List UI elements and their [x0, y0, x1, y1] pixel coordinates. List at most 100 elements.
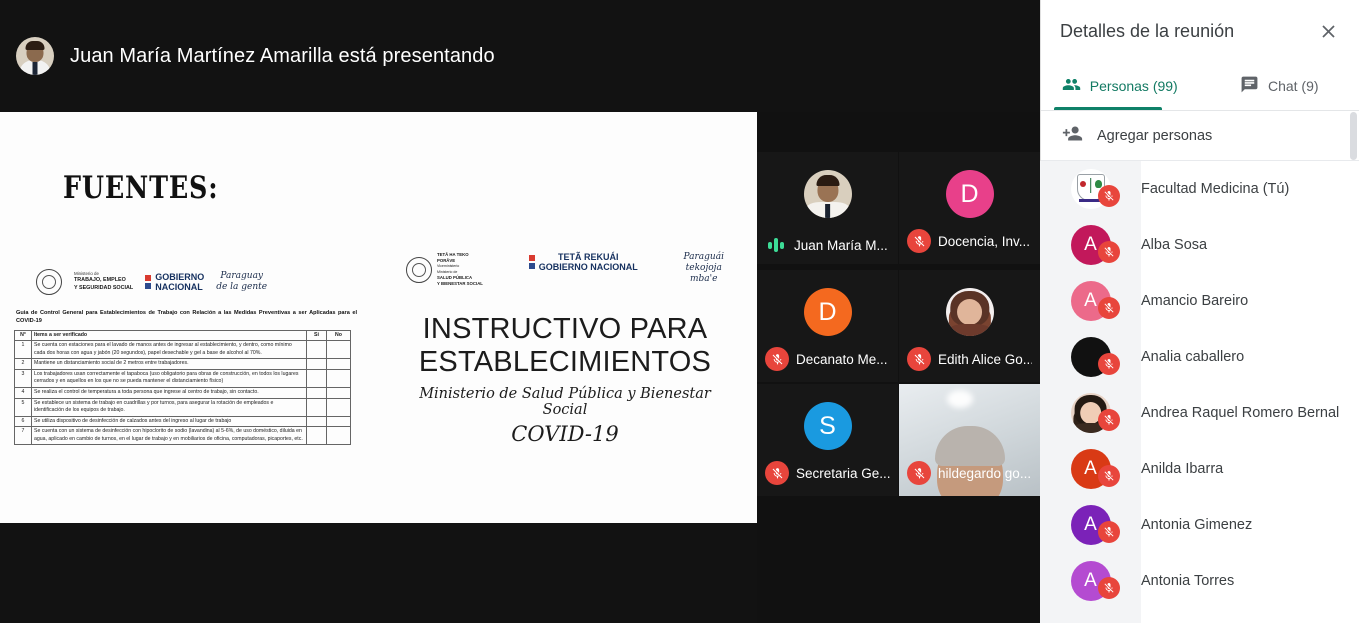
- cell-num: 4: [14, 386, 32, 399]
- meeting-details-panel: Detalles de la reunión Personas (99) Cha…: [1040, 0, 1359, 623]
- tile-avatar-edith-alice-go: [945, 288, 994, 336]
- list-item-antonia-torres[interactable]: A Antonia Torres: [1040, 553, 1359, 609]
- add-people-label: Agregar personas: [1097, 127, 1213, 144]
- mic-off-icon: [765, 461, 789, 485]
- shared-slide[interactable]: FUENTES: Ministerio de TRABAJO, EMPLEO Y…: [0, 112, 757, 523]
- tile-label: Juan María M...: [794, 237, 888, 253]
- slide-right-source: TETÃ HA TEKO PORÃVE Viceministerio Minis…: [400, 252, 730, 446]
- cell-num: 6: [14, 415, 32, 428]
- instructivo-subtitle: Ministerio de Salud Pública y Bienestar …: [419, 386, 711, 419]
- table-row: 1 Se cuenta con estaciones para el lavad…: [14, 340, 351, 360]
- paraguay-tekojoja-logo-icon: Paraguái tekojoja mba'e: [683, 252, 724, 284]
- mic-off-icon: [907, 461, 931, 485]
- panel-title: Detalles de la reunión: [1060, 20, 1235, 41]
- instructivo-title-line2: ESTABLECIMIENTOS: [418, 345, 712, 378]
- tile-edith-alice-go[interactable]: Edith Alice Go...: [899, 270, 1040, 382]
- cell-item: Los trabajadores usan correctamente el t…: [31, 368, 307, 388]
- participant-name: Analia caballero: [1141, 349, 1245, 365]
- list-item-amancio-bareiro[interactable]: A Amancio Bareiro: [1040, 273, 1359, 329]
- tile-hildegardo-go[interactable]: hildegardo go...: [899, 384, 1040, 496]
- close-icon[interactable]: [1311, 14, 1345, 48]
- speaking-indicator-icon: [765, 237, 787, 253]
- mic-off-icon: [907, 347, 931, 371]
- instructivo-title: INSTRUCTIVO PARA ESTABLECIMIENTOS: [400, 313, 730, 378]
- ministerio-trabajo-text: Ministerio de TRABAJO, EMPLEO Y SEGURIDA…: [74, 271, 134, 292]
- mic-off-icon: [1098, 465, 1120, 487]
- table-header-row: N° Items a ser verificado Si No: [14, 329, 351, 342]
- mic-off-icon: [1098, 577, 1120, 599]
- table-row: 7 Se cuenta con un sistema de desinfecci…: [14, 426, 351, 446]
- tile-docencia-inv[interactable]: D Docencia, Inv...: [899, 152, 1040, 264]
- table-row: 5 Se establece un sistema de trabajo en …: [14, 397, 351, 417]
- th-no: No: [326, 329, 351, 342]
- cell-no: [326, 415, 351, 428]
- cell-si: [306, 426, 327, 446]
- th-num: N°: [14, 329, 32, 342]
- mic-off-icon: [1098, 241, 1120, 263]
- mic-off-icon: [907, 229, 931, 253]
- th-item: Items a ser verificado: [31, 329, 307, 342]
- cell-num: 3: [14, 368, 32, 388]
- cell-item: Se realiza el control de temperatura a t…: [31, 386, 307, 399]
- tile-avatar-docencia-inv: D: [945, 170, 994, 218]
- mic-off-icon: [1098, 409, 1120, 431]
- slide-title: FUENTES:: [63, 170, 219, 206]
- right-logos: TETÃ HA TEKO PORÃVE Viceministerio Minis…: [400, 252, 730, 287]
- list-item-analia-caballero[interactable]: Analia caballero: [1040, 329, 1359, 385]
- participant-name: Antonia Torres: [1141, 573, 1235, 589]
- tab-personas[interactable]: Personas (99): [1040, 62, 1200, 110]
- cell-num: 2: [14, 358, 32, 370]
- participant-tile-column: Juan María M... D Docencia, Inv... D Dec…: [757, 112, 1040, 623]
- participant-name: Antonia Gimenez: [1141, 517, 1253, 533]
- presentation-stage: Juan María Martínez Amarilla está presen…: [0, 0, 1040, 623]
- ministerio-trabajo-seal-icon: [36, 269, 62, 295]
- ministerio-salud-seal-icon: TETÃ HA TEKO PORÃVE Viceministerio Minis…: [406, 252, 483, 287]
- list-item-facultad-medicina[interactable]: Facultad Medicina (Tú): [1040, 161, 1359, 217]
- mic-off-icon: [1098, 353, 1120, 375]
- participants-list[interactable]: Facultad Medicina (Tú) A Alba Sosa A Ama…: [1040, 161, 1359, 623]
- tile-label: hildegardo go...: [938, 465, 1032, 481]
- list-item-alba-sosa[interactable]: A Alba Sosa: [1040, 217, 1359, 273]
- cell-si: [306, 386, 327, 399]
- presenting-banner: Juan María Martínez Amarilla está presen…: [0, 0, 1040, 112]
- participant-name: Andrea Raquel Romero Bernal: [1141, 405, 1340, 421]
- cell-item: Mantiene un distanciamiento social de 2 …: [31, 358, 307, 370]
- cell-item: Se cuenta con un sistema de desinfección…: [31, 426, 307, 446]
- cell-si: [306, 415, 327, 428]
- panel-tabs: Personas (99) Chat (9): [1040, 62, 1359, 110]
- tile-avatar-decanato-me: D: [803, 288, 852, 336]
- presenting-notice: Juan María Martínez Amarilla está presen…: [70, 44, 495, 67]
- tile-juan-maria-m[interactable]: Juan María M...: [757, 152, 898, 264]
- mic-off-icon: [1098, 297, 1120, 319]
- tile-decanato-me[interactable]: D Decanato Me...: [757, 270, 898, 382]
- cell-num: 5: [14, 397, 32, 417]
- tile-label: Secretaria Ge...: [796, 465, 890, 481]
- cell-si: [306, 358, 327, 370]
- instructivo-covid-label: COVID-19: [511, 422, 619, 447]
- tab-chat[interactable]: Chat (9): [1200, 62, 1359, 110]
- tile-label: Edith Alice Go...: [938, 351, 1032, 367]
- list-item-anilda-ibarra[interactable]: A Anilda Ibarra: [1040, 441, 1359, 497]
- cell-no: [326, 426, 351, 446]
- tile-label: Docencia, Inv...: [938, 233, 1031, 249]
- gobierno-nacional-logo-icon: GOBIERNO NACIONAL: [145, 272, 204, 293]
- tile-avatar-secretaria-ge: S: [803, 402, 852, 450]
- mic-off-icon: [765, 347, 789, 371]
- cell-item: Se establece un sistema de trabajo en cu…: [31, 397, 307, 417]
- list-item-antonia-gimenez[interactable]: A Antonia Gimenez: [1040, 497, 1359, 553]
- table-row: 3 Los trabajadores usan correctamente el…: [14, 368, 351, 388]
- cell-si: [306, 397, 327, 417]
- list-item-andrea-raquel-romero-bernal[interactable]: Andrea Raquel Romero Bernal: [1040, 385, 1359, 441]
- add-people-button[interactable]: Agregar personas: [1040, 111, 1359, 161]
- tile-secretaria-ge[interactable]: S Secretaria Ge...: [757, 384, 898, 496]
- person-add-icon: [1062, 123, 1083, 149]
- cell-no: [326, 397, 351, 417]
- participant-name: Anilda Ibarra: [1141, 461, 1224, 477]
- mic-off-icon: [1098, 521, 1120, 543]
- cell-num: 7: [14, 426, 32, 446]
- panel-scrollbar[interactable]: [1350, 112, 1357, 160]
- mic-off-icon: [1098, 185, 1120, 207]
- cell-item: Se utiliza dispositivo de desinfección d…: [31, 415, 307, 428]
- tab-personas-label: Personas (99): [1089, 78, 1178, 94]
- teta-rekuai-logo-icon: TETÃ REKUÁI GOBIERNO NACIONAL: [528, 252, 638, 273]
